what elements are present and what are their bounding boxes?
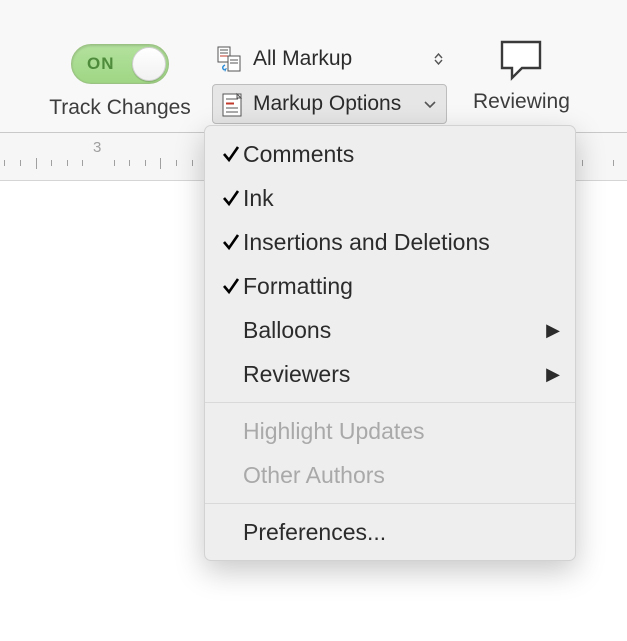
menu-item-ink[interactable]: Ink: [205, 176, 575, 220]
markup-options-icon: [217, 89, 247, 119]
markup-options-button[interactable]: Markup Options: [212, 84, 447, 124]
ruler-tick: [4, 160, 5, 166]
chevron-down-icon: [424, 97, 436, 112]
markup-view-select[interactable]: All Markup: [212, 39, 447, 79]
menu-item-highlight-updates: Highlight Updates: [205, 409, 575, 453]
check-icon: [219, 145, 243, 163]
menu-separator: [205, 402, 575, 403]
menu-item-reviewers[interactable]: Reviewers ▶: [205, 352, 575, 396]
track-changes-group: ON Track Changes: [40, 44, 200, 120]
menu-separator: [205, 503, 575, 504]
ruler-tick: [114, 160, 115, 166]
comment-icon: [494, 36, 548, 84]
submenu-arrow-icon: ▶: [541, 364, 565, 385]
markup-options-label: Markup Options: [253, 92, 424, 116]
menu-item-formatting[interactable]: Formatting: [205, 264, 575, 308]
ruler-tick: [67, 160, 68, 166]
menu-item-other-authors: Other Authors: [205, 453, 575, 497]
markup-view-icon: [213, 43, 245, 75]
toggle-knob: [132, 47, 166, 81]
ruler-tick: [145, 160, 146, 166]
markup-view-stepper[interactable]: [430, 44, 446, 74]
markup-view-value: All Markup: [253, 47, 430, 71]
ruler-number: 3: [93, 139, 101, 156]
menu-item-comments[interactable]: Comments: [205, 132, 575, 176]
markup-options-menu: Comments Ink Insertions and Deletions Fo…: [204, 125, 576, 561]
ruler-tick: [613, 160, 614, 166]
ribbon: ON Track Changes All Markup: [0, 0, 627, 133]
menu-item-preferences[interactable]: Preferences...: [205, 510, 575, 554]
reviewing-pane-button[interactable]: Reviewing: [473, 36, 570, 114]
check-icon: [219, 233, 243, 251]
submenu-arrow-icon: ▶: [541, 320, 565, 341]
ruler-tick: [176, 160, 177, 166]
ruler-tick: [160, 158, 161, 169]
track-changes-label: Track Changes: [49, 96, 191, 120]
check-icon: [219, 189, 243, 207]
ruler-tick: [192, 160, 193, 166]
markup-controls: All Markup Markup Options: [212, 39, 447, 124]
ruler-tick: [51, 160, 52, 166]
ruler-tick: [129, 160, 130, 166]
ruler-tick: [20, 160, 21, 166]
ruler-tick: [82, 160, 83, 166]
ruler-tick: [582, 160, 583, 166]
reviewing-label: Reviewing: [473, 90, 570, 114]
menu-item-insertions-deletions[interactable]: Insertions and Deletions: [205, 220, 575, 264]
check-icon: [219, 277, 243, 295]
toggle-state-text: ON: [87, 54, 115, 74]
menu-item-balloons[interactable]: Balloons ▶: [205, 308, 575, 352]
ruler-tick: [36, 158, 37, 169]
track-changes-toggle[interactable]: ON: [71, 44, 169, 84]
